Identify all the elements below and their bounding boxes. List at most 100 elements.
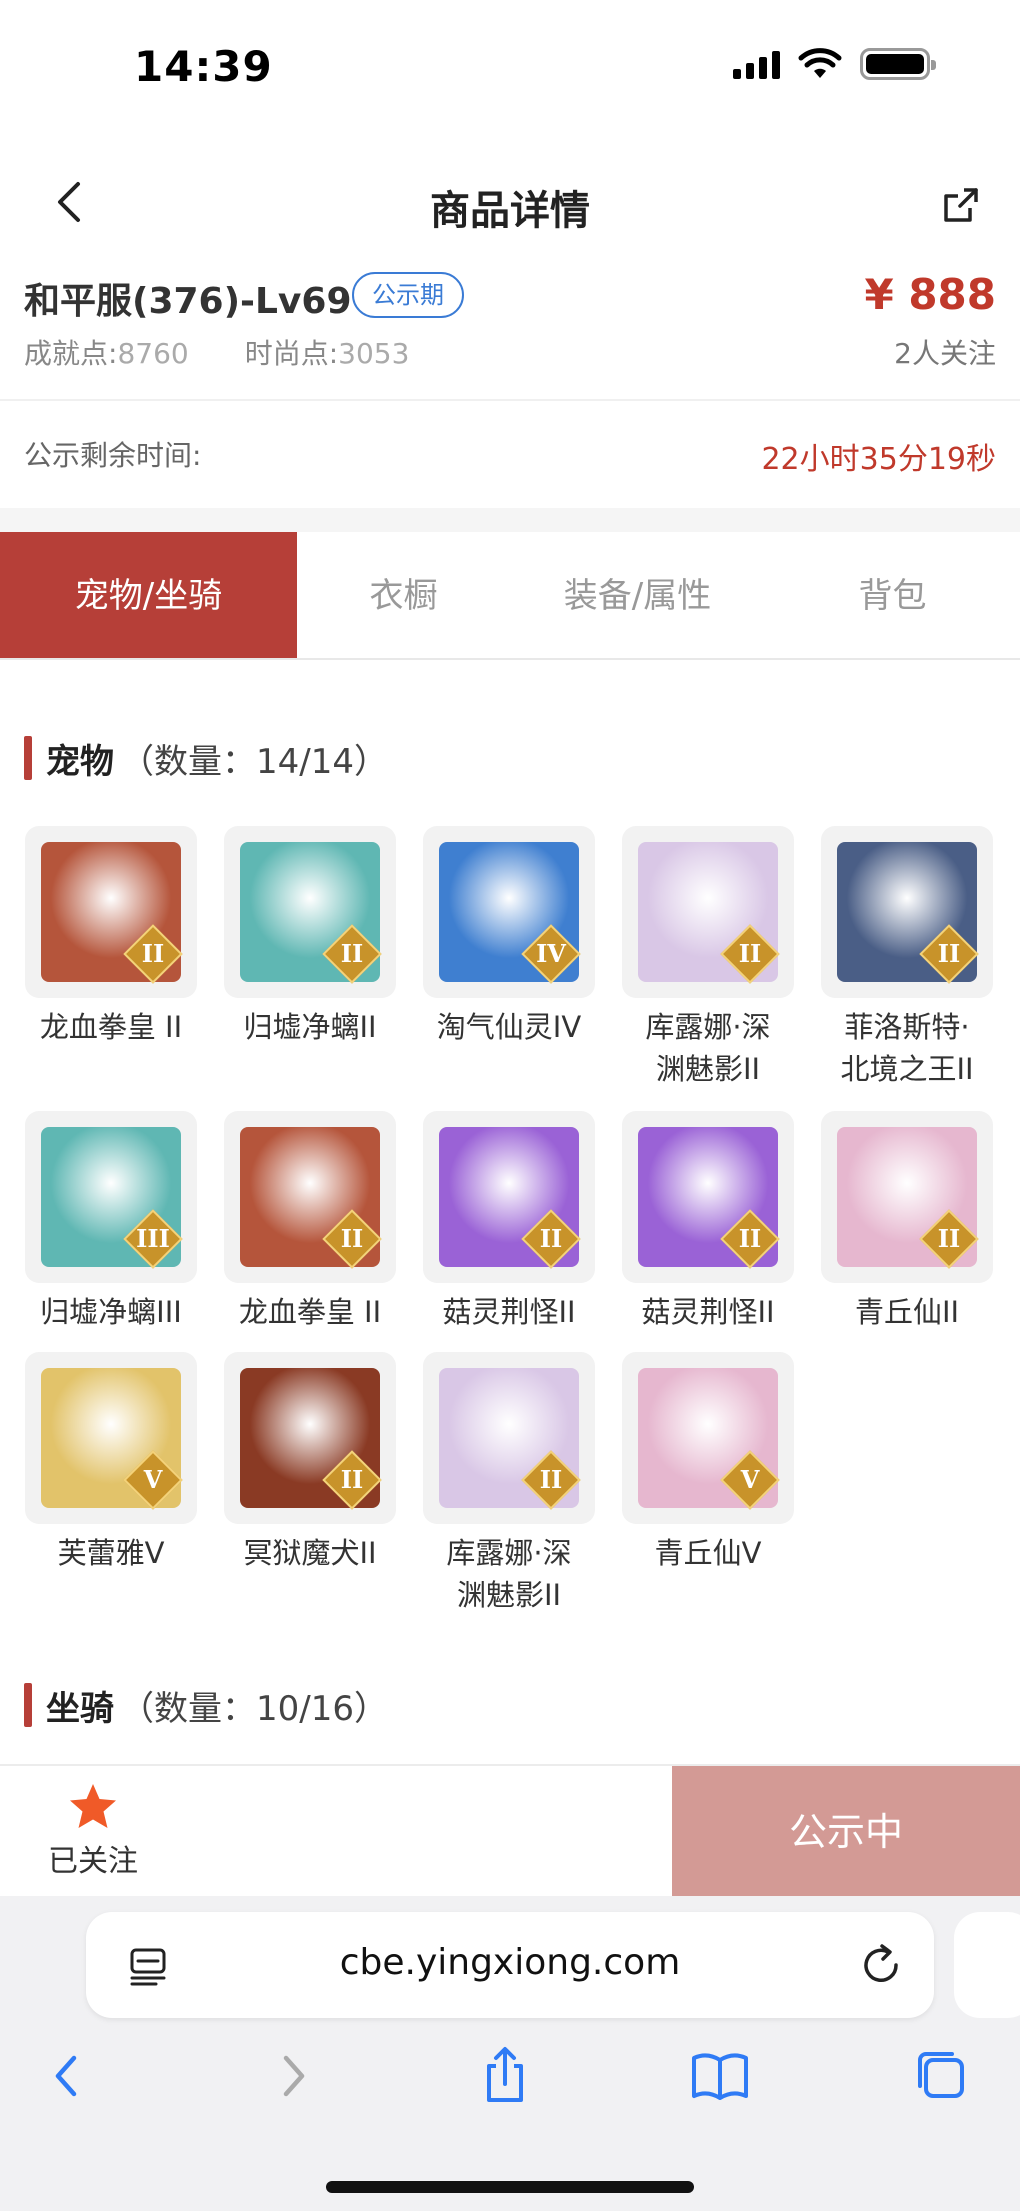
rank-text: II [141,939,165,968]
fashion-value: 3053 [338,337,410,370]
rank-text: II [340,939,364,968]
pet-name: 归墟净螭II [223,1006,397,1048]
wifi-icon [798,48,842,78]
pet-name-line1: 菇灵荆怪II [641,1295,775,1329]
pet-name: 菲洛斯特· 北境之王II [820,1006,994,1090]
bookmarks-icon[interactable] [690,2046,750,2106]
pet-card[interactable]: II [224,1111,396,1283]
pet-card[interactable]: II [821,1111,993,1283]
pet-card[interactable]: III [25,1111,197,1283]
browser-chrome: cbe.yingxiong.com [0,1896,1020,2211]
tab-bar: 宠物/坐骑 衣橱 装备/属性 背包 [0,532,1020,660]
pet-card[interactable]: II [622,1111,794,1283]
address-bar[interactable]: cbe.yingxiong.com [86,1912,934,2018]
pet-item[interactable]: II 归墟净螭II [223,826,397,1048]
pet-card[interactable]: II [423,1352,595,1524]
pet-name: 冥狱魔犬II [223,1532,397,1574]
follow-button[interactable]: 已关注 [38,1782,148,1880]
rank-badge-icon: II [521,1209,581,1269]
section-title: 坐骑 [46,1688,114,1729]
pet-item[interactable]: II 龙血拳皇 II [24,826,198,1048]
rank-text: II [738,939,762,968]
rank-badge-icon: III [123,1209,183,1269]
share-icon[interactable] [475,2046,535,2106]
section-marker [24,736,32,780]
pet-name: 芙蕾雅V [24,1532,198,1574]
rank-badge-icon: II [322,1209,382,1269]
share-external-icon[interactable] [936,180,986,230]
pet-item[interactable]: II 库露娜·深 渊魅影II [621,826,795,1090]
pet-name-line1: 库露娜·深 [645,1010,771,1044]
pet-item[interactable]: V 芙蕾雅V [24,1352,198,1574]
pet-name: 青丘仙V [621,1532,795,1574]
rank-badge-icon: II [123,924,183,984]
pet-card[interactable]: II [821,826,993,998]
back-icon[interactable] [38,2046,98,2106]
publish-status-button[interactable]: 公示中 [672,1766,1020,1898]
pet-item[interactable]: III 归墟净螭III [24,1111,198,1333]
url-text: cbe.yingxiong.com [339,1942,681,1983]
pet-item[interactable]: II 冥狱魔犬II [223,1352,397,1574]
tab-pets-mounts[interactable]: 宠物/坐骑 [0,532,297,658]
pet-card[interactable]: V [622,1352,794,1524]
forward-icon[interactable] [262,2046,322,2106]
pet-card[interactable]: II [423,1111,595,1283]
rank-text: II [539,1465,563,1494]
price: ¥ 888 [864,270,996,319]
pet-card[interactable]: V [25,1352,197,1524]
rank-text: IV [536,939,566,968]
nav-header: 商品详情 [0,160,1020,250]
pet-name-line1: 菲洛斯特· [844,1010,970,1044]
fashion-label: 时尚点: [244,337,339,370]
pet-name: 淘气仙灵IV [422,1006,596,1048]
pet-name: 龙血拳皇 II [223,1291,397,1333]
pet-name: 青丘仙II [820,1291,994,1333]
rank-text: V [740,1465,760,1494]
countdown-label: 公示剩余时间: [24,439,202,472]
pet-card[interactable]: II [224,826,396,998]
rank-text: II [937,1224,961,1253]
product-header: 和平服(376)-Lv69 公示期 成就点:8760 时尚点:3053 ¥ 888… [0,262,1020,400]
rank-badge-icon: II [322,1450,382,1510]
pet-name-line1: 菇灵荆怪II [442,1295,576,1329]
rank-text: III [136,1224,170,1253]
countdown-row: 公示剩余时间: 22小时35分19秒 [0,402,1020,508]
pet-name-line1: 库露娜·深 [446,1536,572,1570]
rank-text: II [340,1465,364,1494]
tab-equipment[interactable]: 装备/属性 [510,532,765,658]
pet-card[interactable]: IV [423,826,595,998]
section-title: 宠物 [46,741,114,782]
pet-name-line1: 青丘仙II [854,1295,960,1329]
pet-item[interactable]: V 青丘仙V [621,1352,795,1574]
pet-item[interactable]: IV 淘气仙灵IV [422,826,596,1048]
status-icons [733,48,936,80]
cellular-signal-icon [733,49,780,79]
rank-badge-icon: II [521,1450,581,1510]
tabs-icon[interactable] [910,2046,970,2106]
reload-icon[interactable] [858,1942,904,1988]
countdown-value: 22小时35分19秒 [761,442,996,477]
section-marker [24,1683,32,1727]
pet-card[interactable]: II [224,1352,396,1524]
pet-card[interactable]: II [622,826,794,998]
pet-item[interactable]: II 青丘仙II [820,1111,994,1333]
pet-name-line1: 青丘仙V [654,1536,762,1570]
rank-badge-icon: II [919,1209,979,1269]
pet-item[interactable]: II 菲洛斯特· 北境之王II [820,826,994,1090]
tab-backpack[interactable]: 背包 [765,532,1020,658]
pet-item[interactable]: II 龙血拳皇 II [223,1111,397,1333]
tab-wardrobe[interactable]: 衣橱 [297,532,510,658]
pet-name-line2: 渊魅影II [456,1578,562,1612]
pet-name: 菇灵荆怪II [422,1291,596,1333]
pet-item[interactable]: II 库露娜·深渊魅影II [422,1352,596,1616]
rank-text: V [143,1465,163,1494]
rank-text: II [340,1224,364,1253]
follower-count: 2人关注 [894,337,996,370]
pet-item[interactable]: II 菇灵荆怪II [621,1111,795,1333]
divider [0,399,1020,401]
pet-item[interactable]: II 菇灵荆怪II [422,1111,596,1333]
pet-name: 归墟净螭III [24,1291,198,1333]
pet-card[interactable]: II [25,826,197,998]
rank-text: II [937,939,961,968]
next-tab-peek[interactable] [954,1912,1020,2018]
